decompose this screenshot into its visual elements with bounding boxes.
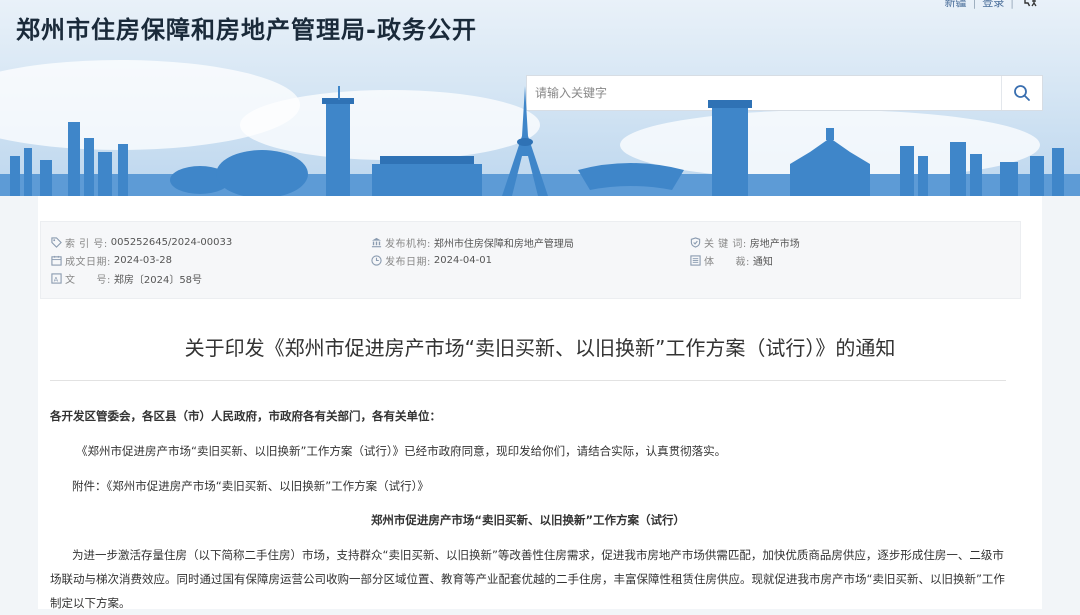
institution-icon xyxy=(371,237,382,248)
meta-label: 关 键 词: xyxy=(704,239,747,250)
calendar-icon xyxy=(51,255,62,266)
attachment-line[interactable]: 附件：《郑州市促进房产市场“卖旧买新、以旧换新”工作方案（试行）》 xyxy=(50,474,1006,498)
site-title: 郑州市住房保障和房地产管理局-政务公开 xyxy=(16,16,477,44)
meta-label: 成文日期: xyxy=(65,257,111,268)
top-links: 新疆 | 登录 | xyxy=(945,0,1040,10)
separator: | xyxy=(972,0,977,9)
document-icon: A xyxy=(51,273,62,284)
meta-label: 索 引 号: xyxy=(65,239,108,250)
meta-value: 2024-04-01 xyxy=(433,255,492,266)
tag-icon xyxy=(51,237,62,248)
shield-check-icon xyxy=(690,237,701,248)
list-icon xyxy=(690,255,701,266)
accessibility-icon[interactable] xyxy=(1020,0,1040,10)
separator: | xyxy=(1010,0,1014,9)
meta-publisher: 发布机构: 郑州市住房保障和房地产管理局 xyxy=(371,235,574,250)
header-banner: 郑州市住房保障和房地产管理局-政务公开 新疆 | 登录 | xyxy=(0,0,1080,196)
clock-icon xyxy=(371,255,382,266)
meta-value: 房地产市场 xyxy=(749,239,800,250)
body-paragraph: 为进一步激活存量住房（以下简称二手住房）市场，支持群众“卖旧买新、以旧换新”等改… xyxy=(50,548,1005,610)
meta-label: 文 号: xyxy=(65,275,111,286)
section-subtitle: 郑州市促进房产市场“卖旧买新、以旧换新”工作方案（试行） xyxy=(370,513,686,527)
document-title: 关于印发《郑州市促进房产市场“卖旧买新、以旧换新”工作方案（试行）》的通知 xyxy=(184,336,896,360)
meta-label: 发布日期: xyxy=(385,257,431,268)
salutation: 各开发区管委会，各区县（市）人民政府，市政府各有关部门，各有关单位： xyxy=(50,409,441,423)
meta-doc-number: A 文 号: 郑房〔2024〕58号 xyxy=(51,271,202,286)
meta-index: 索 引 号: 005252645/2024-00033 xyxy=(51,235,232,250)
meta-written-date: 成文日期: 2024-03-28 xyxy=(51,253,172,268)
meta-value: 通知 xyxy=(752,257,773,268)
content-panel: 索 引 号: 005252645/2024-00033 成文日期: 2024-0… xyxy=(38,196,1042,610)
document-metadata: 索 引 号: 005252645/2024-00033 成文日期: 2024-0… xyxy=(40,221,1021,299)
meta-value: 郑州市住房保障和房地产管理局 xyxy=(433,239,574,250)
meta-label: 体 裁: xyxy=(704,257,750,268)
login-link[interactable]: 登录 xyxy=(982,0,1004,10)
svg-text:A: A xyxy=(54,275,59,283)
meta-genre: 体 裁: 通知 xyxy=(690,253,773,268)
meta-label: 发布机构: xyxy=(385,239,431,250)
body-paragraph: 《郑州市促进房产市场“卖旧买新、以旧换新”工作方案（试行）》已经市政府同意，现印… xyxy=(76,444,727,458)
city-skyline-illustration xyxy=(0,86,1080,196)
top-link-region[interactable]: 新疆 xyxy=(945,0,967,10)
meta-value: 005252645/2024-00033 xyxy=(110,237,233,248)
meta-publish-date: 发布日期: 2024-04-01 xyxy=(371,253,492,268)
title-divider xyxy=(50,380,1006,381)
meta-keyword: 关 键 词: 房地产市场 xyxy=(690,235,800,250)
meta-value: 2024-03-28 xyxy=(113,255,172,266)
meta-value: 郑房〔2024〕58号 xyxy=(113,275,203,286)
